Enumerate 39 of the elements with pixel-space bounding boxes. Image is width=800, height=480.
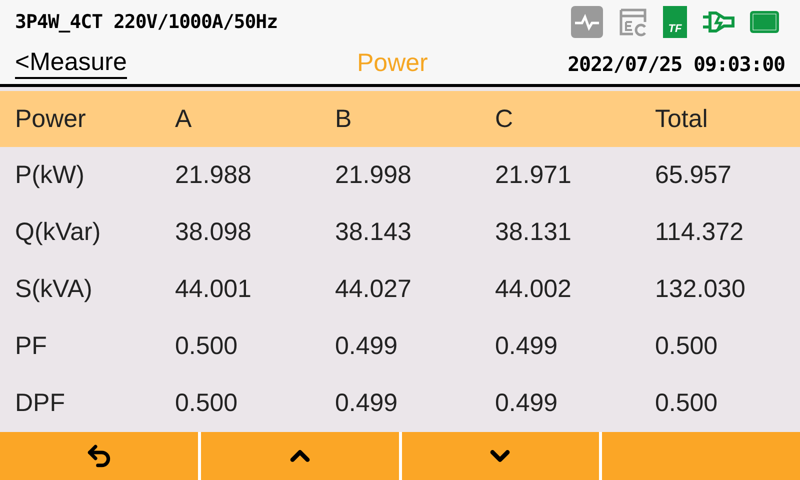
column-header: C: [494, 104, 514, 135]
table-cell-text: 21.971: [494, 160, 572, 192]
page-title: Power: [357, 48, 428, 80]
table-cell-text: 0.500: [174, 331, 239, 362]
table-cell-text: 0.499: [494, 331, 559, 362]
table-cell-text: 38.098: [174, 217, 252, 248]
table-cell-text: 44.027: [334, 274, 412, 306]
sd-card-label: TF: [668, 24, 682, 35]
row-label: PF: [14, 331, 48, 362]
table-cell-text: 44.002: [494, 274, 572, 306]
table-cell-text: 21.988: [174, 160, 252, 192]
table-cell-text: 0.499: [494, 388, 559, 420]
column-header: Total: [654, 104, 709, 135]
row-label: S(kVA): [14, 274, 94, 306]
wiring-config: 3P4W_4CT 220V/1000A/50Hz: [15, 10, 278, 35]
back-link[interactable]: <Measure: [15, 50, 127, 79]
table-cell-text: 0.500: [654, 388, 719, 420]
card-reader-icon: [617, 6, 649, 38]
column-header: A: [174, 104, 193, 135]
table-cell-text: 38.131: [494, 217, 572, 248]
waveform-icon: [571, 6, 603, 38]
table-cell-text: 44.001: [174, 274, 252, 306]
footer-button[interactable]: [0, 432, 198, 480]
table-cell-text: 0.500: [174, 388, 239, 420]
date-time: 2022/07/25 09:03:00: [568, 51, 785, 78]
row-label: DPF: [14, 388, 66, 420]
table-cell-text: 0.499: [334, 331, 399, 362]
table-cell-text: 65.957: [654, 160, 732, 192]
table-cell-text: 0.500: [654, 331, 719, 362]
column-header: B: [334, 104, 353, 135]
table-cell-text: 0.499: [334, 388, 399, 420]
table-cell-text: 114.372: [654, 217, 745, 248]
row-label: P(kW): [14, 160, 86, 192]
battery-icon: [749, 10, 781, 34]
table-cell-text: 38.143: [334, 217, 412, 248]
row-label: Q(kVar): [14, 217, 102, 248]
column-header: Power: [14, 104, 87, 135]
table-cell-text: 21.998: [334, 160, 412, 192]
table-cell-text: 132.030: [654, 274, 746, 306]
